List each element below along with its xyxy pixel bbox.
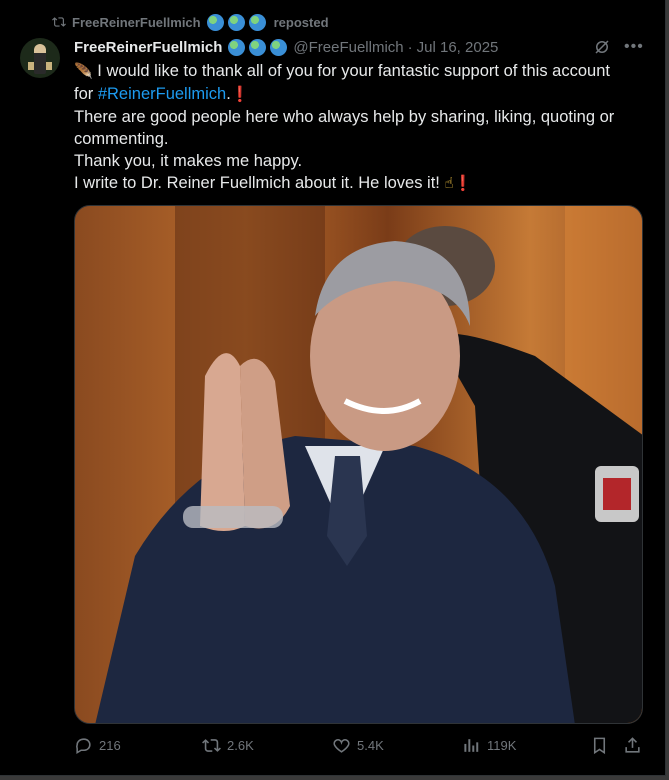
reply-icon bbox=[76, 738, 91, 755]
tweet-card: FreeReinerFuellmich reposted FreeReinerF… bbox=[0, 0, 666, 776]
post-line-1: 🪶 I would like to thank all of you for y… bbox=[74, 60, 639, 83]
bookmark-icon bbox=[593, 737, 606, 755]
reply-count: 216 bbox=[99, 738, 121, 753]
pointing-emoji: ☝ bbox=[444, 175, 454, 192]
like-button[interactable]: 5.4K bbox=[332, 736, 384, 755]
like-count: 5.4K bbox=[357, 738, 384, 753]
views-button[interactable]: 119K bbox=[462, 736, 516, 755]
share-icon bbox=[625, 737, 640, 753]
like-icon bbox=[333, 738, 350, 753]
avatar[interactable] bbox=[20, 38, 60, 78]
author-name[interactable]: FreeReinerFuellmich bbox=[74, 39, 222, 56]
repost-button[interactable]: 2.6K bbox=[202, 736, 254, 755]
photo-illustration bbox=[75, 206, 642, 723]
reply-button[interactable]: 216 bbox=[74, 736, 121, 755]
repost-indicator[interactable]: FreeReinerFuellmich reposted bbox=[52, 13, 329, 31]
globe-emojis bbox=[228, 38, 289, 56]
post-line-3: There are good people here who always he… bbox=[74, 108, 615, 126]
more-icon[interactable]: ••• bbox=[624, 38, 644, 56]
bookmark-button[interactable] bbox=[590, 736, 609, 755]
grok-icon[interactable] bbox=[593, 38, 611, 56]
post-image[interactable] bbox=[74, 205, 643, 724]
hashtag-link[interactable]: #ReinerFuellmich bbox=[98, 85, 226, 103]
separator-dot: · bbox=[407, 38, 413, 56]
repost-suffix: reposted bbox=[273, 14, 329, 30]
post-line-6: I write to Dr. Reiner Fuellmich about it… bbox=[74, 172, 639, 195]
views-icon bbox=[464, 739, 479, 752]
repost-user-name[interactable]: FreeReinerFuellmich bbox=[72, 15, 201, 30]
action-bar: 216 2.6K 5.4K 119K bbox=[74, 736, 644, 760]
post-date[interactable]: Jul 16, 2025 bbox=[417, 39, 499, 56]
post-line-4: commenting. bbox=[74, 130, 169, 148]
post-text: 🪶 I would like to thank all of you for y… bbox=[74, 60, 639, 195]
views-count: 119K bbox=[487, 738, 517, 753]
share-button[interactable] bbox=[623, 736, 642, 755]
exclamation-emoji: ❗ bbox=[230, 86, 250, 103]
author-handle[interactable]: @FreeFuellmich bbox=[293, 39, 403, 56]
exclamation-emoji: ❗ bbox=[453, 175, 473, 192]
post-line-2: for #ReinerFuellmich.❗ bbox=[74, 83, 639, 106]
repost-count: 2.6K bbox=[227, 738, 254, 753]
quill-emoji: 🪶 bbox=[74, 63, 93, 80]
post-header: FreeReinerFuellmich @FreeFuellmich · Jul… bbox=[74, 37, 498, 57]
post-line-5: Thank you, it makes me happy. bbox=[74, 152, 303, 170]
repost-icon bbox=[202, 739, 221, 752]
globe-emojis bbox=[206, 13, 268, 31]
repost-icon bbox=[52, 17, 66, 27]
